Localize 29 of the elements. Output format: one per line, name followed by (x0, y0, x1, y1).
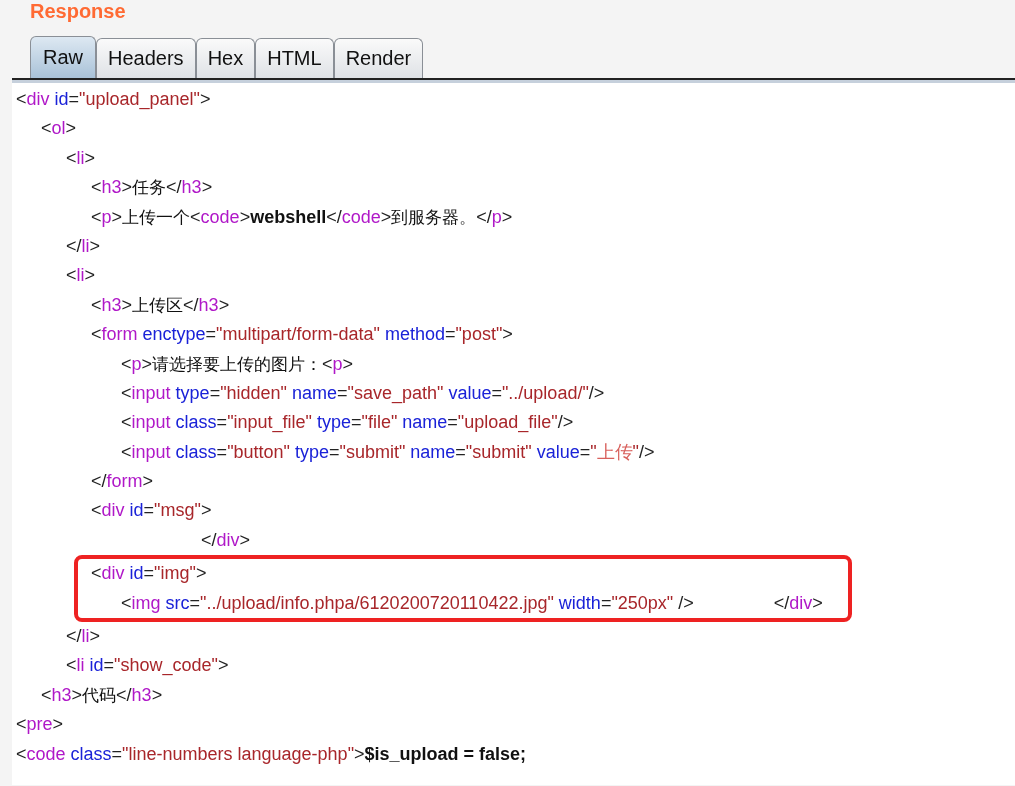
code-line: <input type="hidden" name="save_path" value="../upload/"/> (120, 381, 606, 406)
tab[interactable]: HTML (255, 38, 334, 78)
code-line: <div id="img"> (90, 562, 208, 586)
code-line: <pre> (16, 713, 65, 737)
code-line: <input class="input_file" type="file" name="upload_file"/> (120, 411, 575, 435)
code-line: <h3>上传区</h3> (90, 293, 231, 317)
code-line: <h3>代码</h3> (40, 683, 164, 707)
code-line: </form> (90, 470, 155, 494)
code-line: <div id="upload_panel"> (16, 88, 212, 112)
code-line: <code class="line-numbers language-php">$is_upload = false; (16, 742, 528, 766)
code-line: <img src="../upload/info.phpa/6120200720110422.jpg" width="250px" /> </div> (120, 591, 824, 615)
code-line: <li> (65, 146, 97, 170)
code-line: <li> (65, 264, 97, 288)
tab[interactable]: Headers (96, 38, 196, 78)
tab[interactable]: Hex (195, 38, 256, 78)
code-line: <input class="button" type="submit" name="submit" value="上传"/> (120, 440, 656, 464)
code-line: </li> (65, 234, 102, 258)
tab[interactable]: Raw (30, 36, 96, 78)
code-line: <div id="msg"> (90, 499, 213, 523)
code-line: <p>请选择要上传的图片：<p> (120, 352, 355, 376)
code-line: </li> (65, 625, 102, 649)
section-title: Response (29, 0, 127, 22)
code-line: <p>上传一个<code>webshell</code>到服务器。</p> (90, 205, 514, 229)
code-line: <ol> (40, 117, 78, 141)
code-line: <li id="show_code"> (65, 654, 230, 678)
tab[interactable]: Render (333, 38, 424, 78)
code-line: </div> (200, 528, 252, 552)
code-line: <h3>任务</h3> (90, 176, 214, 200)
code-line: <form enctype="multipart/form-data" method="post"> (90, 323, 514, 347)
